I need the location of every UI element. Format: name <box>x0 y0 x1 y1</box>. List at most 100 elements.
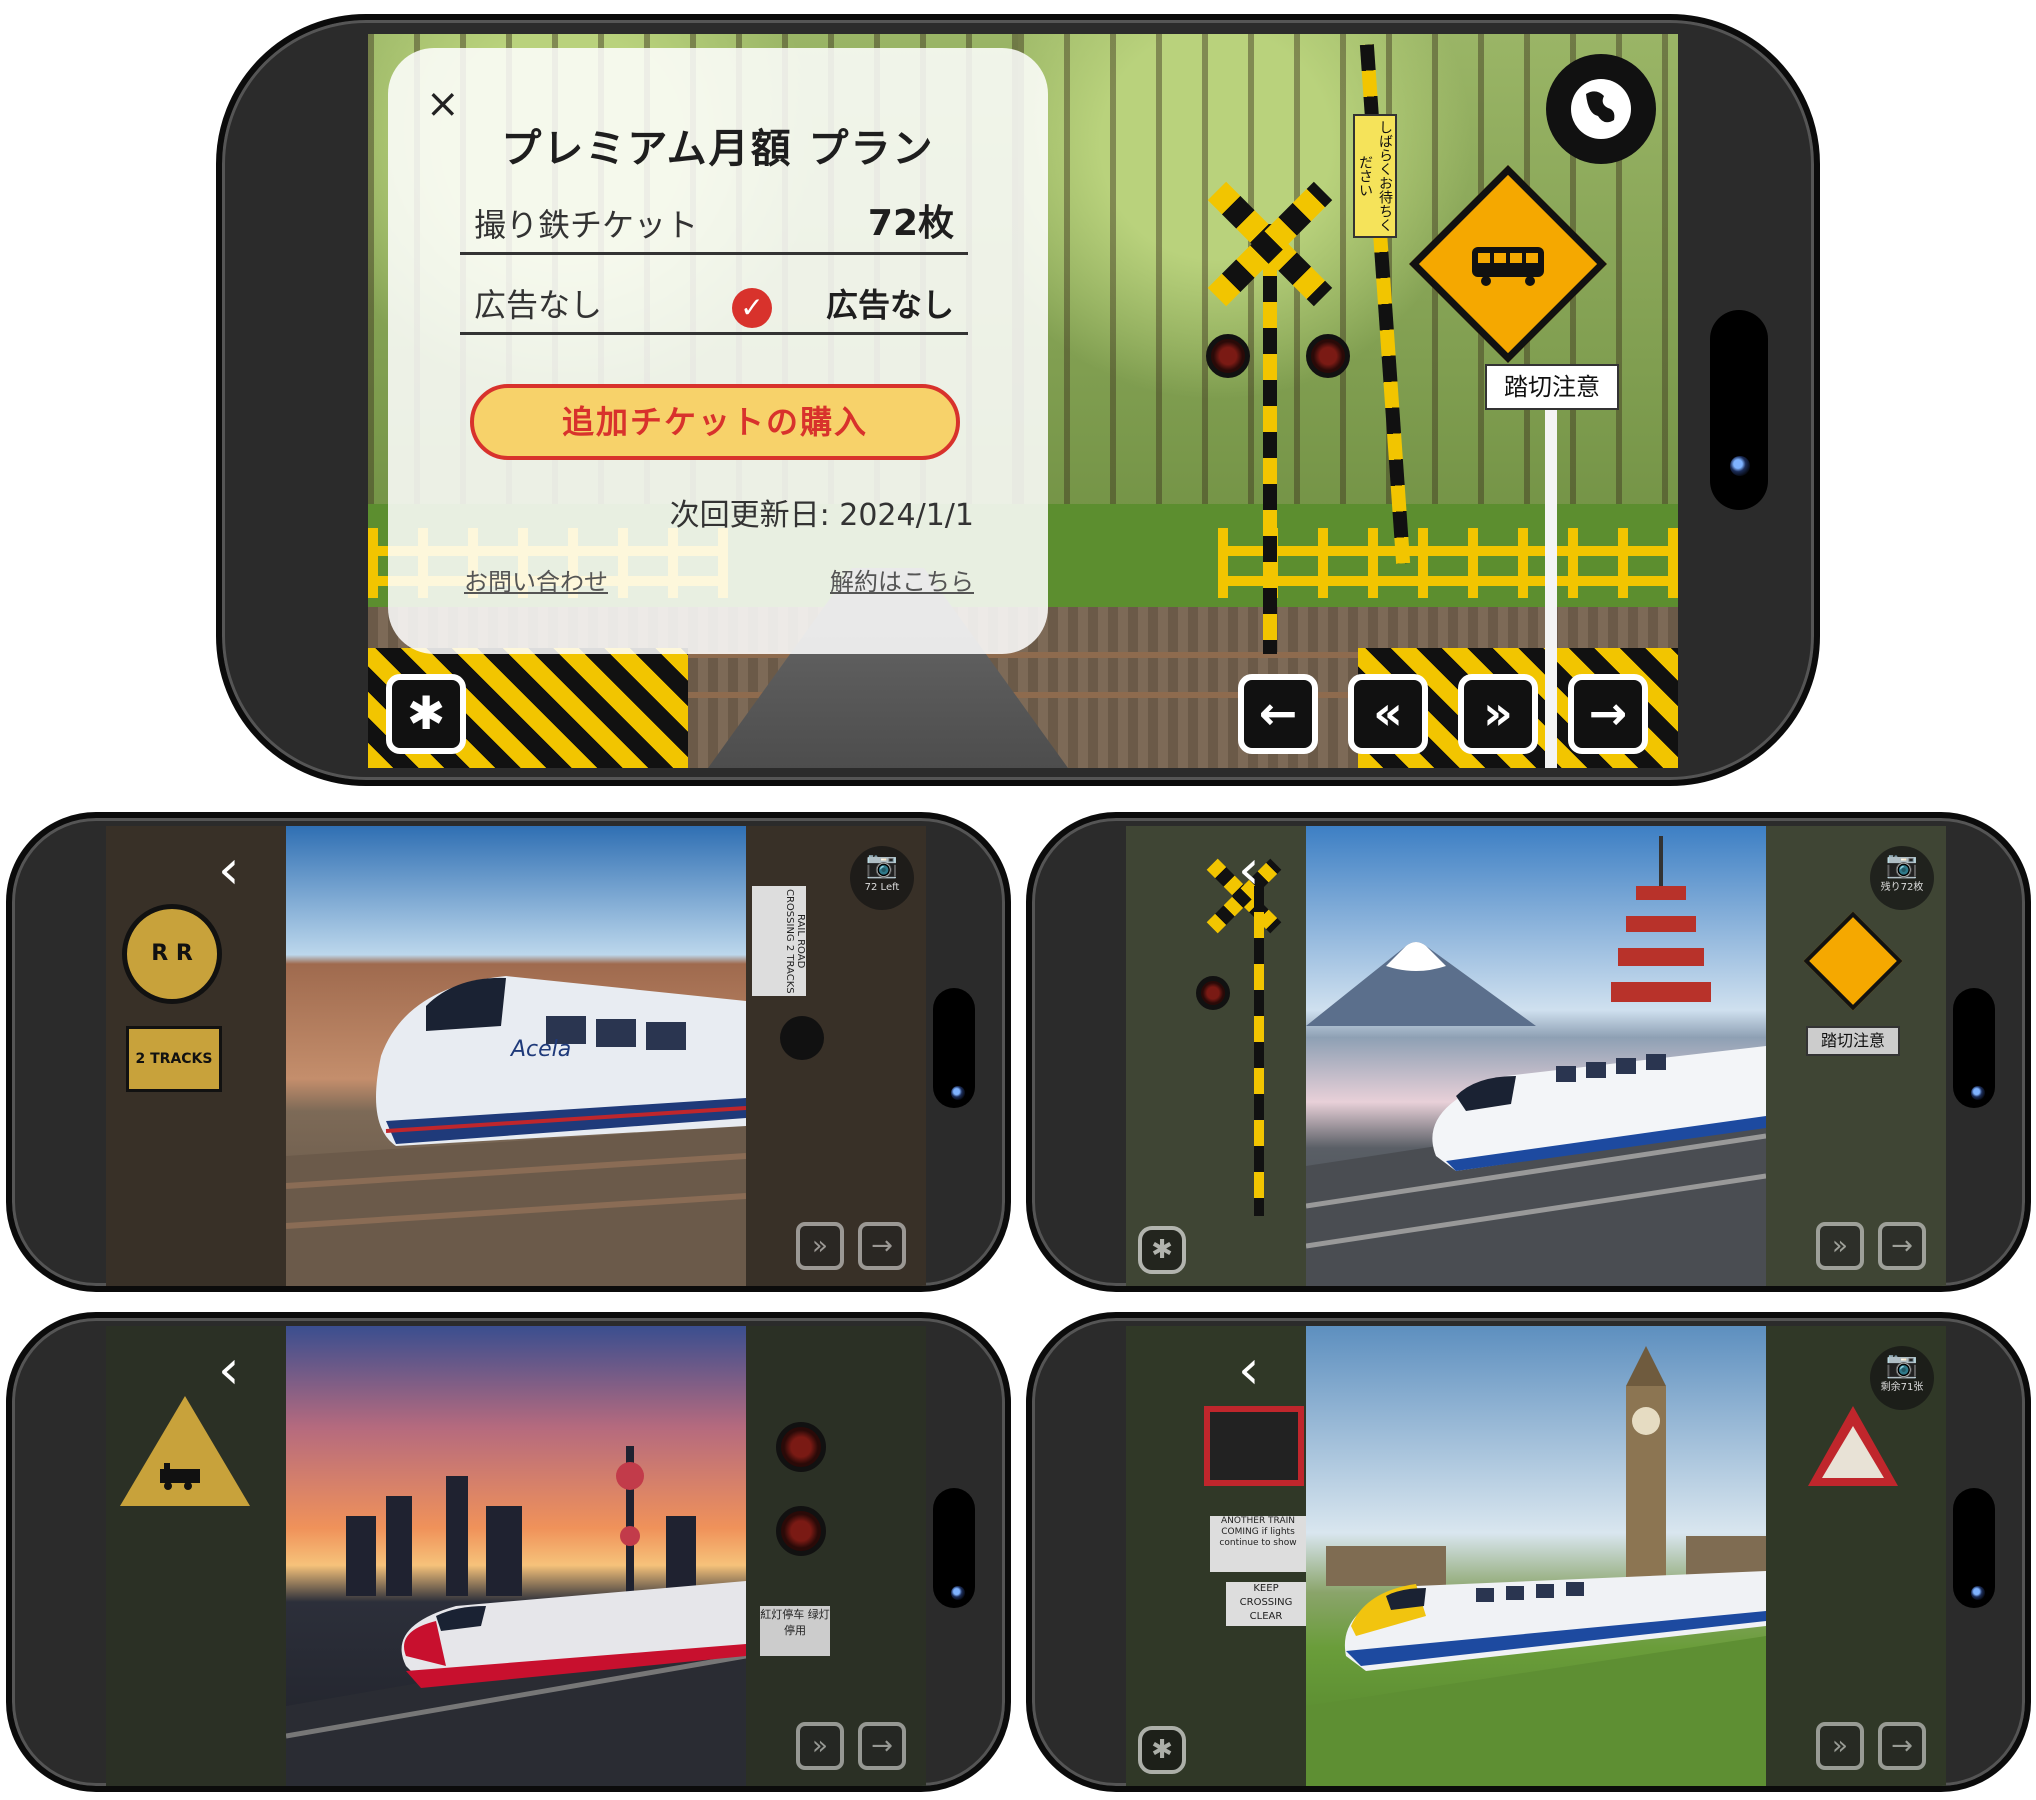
rewind-button[interactable]: « <box>1348 674 1428 754</box>
premium-plan-modal: × プレミアム月額 プラン 撮り鉄チケット 72枚 広告なし ✓ 広告なし 追加… <box>388 48 1048 654</box>
train-logo: Acela <box>509 1037 571 1062</box>
camera-icon: 📷 <box>865 850 899 880</box>
traffic-notice-text: 紅灯停车 绿灯停用 <box>760 1608 830 1637</box>
traffic-notice-sign: 紅灯停车 绿灯停用 <box>760 1606 830 1656</box>
steam-locomotive-icon <box>160 1463 200 1490</box>
preview-screen-2: ✱ 踏切注意 ‹ 📷 残り72枚 » → <box>1126 826 1946 1286</box>
preview-screen-1: R R 2 TRACKS Acela RAIL ROAD CROSSING 2 … <box>106 826 926 1286</box>
back-button[interactable]: ‹ <box>1238 1343 1278 1397</box>
left-dim-panel: R R 2 TRACKS <box>106 826 286 1286</box>
buy-tickets-button[interactable]: 追加チケットの購入 <box>470 384 960 460</box>
modal-title: プレミアム月額 プラン <box>501 126 935 172</box>
keep-clear-sign: KEEP CROSSING CLEAR <box>1226 1582 1306 1626</box>
shanghai-train <box>286 1446 746 1786</box>
tram-icon <box>1472 247 1544 286</box>
lamp-pair <box>780 1016 824 1060</box>
camera-ticket-badge[interactable]: 📷 剩余71张 <box>1870 1346 1934 1410</box>
railroad-crossing-text: RAIL ROAD CROSSING 2 TRACKS <box>784 888 806 994</box>
ticket-count: 72枚 <box>867 203 954 244</box>
left-dim-panel <box>106 1326 286 1786</box>
crossing-lamp-right <box>1306 334 1350 378</box>
ads-row: 広告なし ✓ 広告なし <box>460 278 968 335</box>
train-photo-grand-canyon: Acela <box>286 826 746 1286</box>
contact-link[interactable]: お問い合わせ <box>464 562 608 597</box>
camera-ticket-badge[interactable]: 📷 残り72枚 <box>1870 846 1934 910</box>
check-icon: ✓ <box>732 288 772 328</box>
settings-button-dim: ✱ <box>1138 1726 1186 1774</box>
renewal-date: 次回更新日: 2024/1/1 <box>669 498 974 533</box>
train-photo-shanghai <box>286 1326 746 1786</box>
keep-clear-text: KEEP CROSSING CLEAR <box>1239 1583 1293 1622</box>
back-button[interactable]: ‹ <box>218 1343 258 1397</box>
train-photo-london <box>1306 1326 1766 1786</box>
front-camera-icon <box>951 1086 965 1100</box>
cancel-subscription-link[interactable]: 解約はこちら <box>830 562 974 597</box>
camera-icon: 📷 <box>1885 1350 1919 1380</box>
front-camera-icon <box>1971 1586 1985 1600</box>
forward-button-dim: » <box>1816 1722 1864 1770</box>
language-globe-button[interactable] <box>1546 54 1656 164</box>
crossing-lamp <box>1196 976 1230 1010</box>
main-phone-frame: しばらくお待ちください 踏切注意 × プレミアム月額 プラン 撮り鉄チケット 7… <box>216 14 1820 786</box>
acela-train: Acela <box>286 976 746 1286</box>
eurostar-train <box>1306 1346 1766 1786</box>
next-button-dim: → <box>1878 1222 1926 1270</box>
main-screen: しばらくお待ちください 踏切注意 × プレミアム月額 プラン 撮り鉄チケット 7… <box>368 34 1678 768</box>
rr-sign-text: R R <box>151 941 193 966</box>
camera-ticket-badge[interactable]: 📷 72 Left <box>850 846 914 910</box>
crossing-caution-text: 踏切注意 <box>1820 1031 1885 1050</box>
forward-button-dim: » <box>796 1222 844 1270</box>
crossing-warning-diamond <box>1803 911 1903 1011</box>
front-camera-icon <box>1971 1086 1985 1100</box>
forward-button-dim: » <box>796 1722 844 1770</box>
settings-button-dim: ✱ <box>1138 1226 1186 1274</box>
forward-button-dim: » <box>1816 1222 1864 1270</box>
next-button-dim: → <box>1878 1722 1926 1770</box>
shinkansen-train <box>1306 836 1766 1286</box>
ads-status: 広告なし <box>825 286 954 324</box>
train-photo-mt-fuji <box>1306 826 1766 1286</box>
settings-button[interactable]: ✱ <box>386 674 466 754</box>
crossing-caution-plate: 踏切注意 <box>1806 1026 1900 1056</box>
fast-forward-button[interactable]: » <box>1458 674 1538 754</box>
fence-right <box>1218 528 1678 598</box>
dynamic-island <box>1710 310 1768 510</box>
waiting-banner: しばらくお待ちください <box>1353 114 1397 238</box>
left-dim-panel: ANOTHER TRAIN COMING if lights continue … <box>1126 1326 1306 1786</box>
tickets-left-text: 残り72枚 <box>1880 882 1924 893</box>
tickets-left-text: 剩余71张 <box>1880 1382 1924 1393</box>
right-dim-panel: 紅灯停车 绿灯停用 <box>746 1326 926 1786</box>
preview-screen-4: ANOTHER TRAIN COMING if lights continue … <box>1126 1326 1946 1786</box>
front-camera-icon <box>1730 456 1750 476</box>
crossing-pole <box>1254 886 1264 1216</box>
crossing-caution-plate: 踏切注意 <box>1485 364 1619 410</box>
preview-phone-4: ANOTHER TRAIN COMING if lights continue … <box>1026 1312 2031 1792</box>
another-train-sign: ANOTHER TRAIN COMING if lights continue … <box>1210 1516 1306 1572</box>
next-button-dim: → <box>858 1222 906 1270</box>
sign-post <box>1545 364 1557 768</box>
back-button[interactable]: ‹ <box>1238 843 1278 897</box>
left-dim-panel: ✱ <box>1126 826 1306 1286</box>
tickets-left-text: 72 Left <box>864 882 900 893</box>
crossing-lights-box <box>1204 1406 1304 1486</box>
preview-phone-1: R R 2 TRACKS Acela RAIL ROAD CROSSING 2 … <box>6 812 1011 1292</box>
next-button-dim: → <box>858 1722 906 1770</box>
crossing-lamp-bottom <box>776 1506 826 1556</box>
railroad-crossing-sign: RAIL ROAD CROSSING 2 TRACKS <box>752 886 806 996</box>
next-button[interactable]: → <box>1568 674 1648 754</box>
crossing-lamp-top <box>776 1422 826 1472</box>
camera-icon: 📷 <box>1885 850 1919 880</box>
crossing-x-sign <box>1210 184 1330 304</box>
back-button[interactable]: ‹ <box>218 843 258 897</box>
ticket-label: 撮り鉄チケット <box>474 206 699 244</box>
waiting-banner-text: しばらくお待ちください <box>1357 120 1393 232</box>
front-camera-icon <box>951 1586 965 1600</box>
ads-label: 広告なし <box>474 286 603 324</box>
preview-screen-3: 紅灯停车 绿灯停用 ‹ » → <box>106 1326 926 1786</box>
prev-button[interactable]: ← <box>1238 674 1318 754</box>
crossing-lamp-left <box>1206 334 1250 378</box>
rr-crossing-sign: R R <box>122 904 222 1004</box>
tracks-sign-text: 2 TRACKS <box>135 1051 213 1067</box>
tracks-sign: 2 TRACKS <box>126 1026 222 1092</box>
globe-icon <box>1571 79 1631 139</box>
